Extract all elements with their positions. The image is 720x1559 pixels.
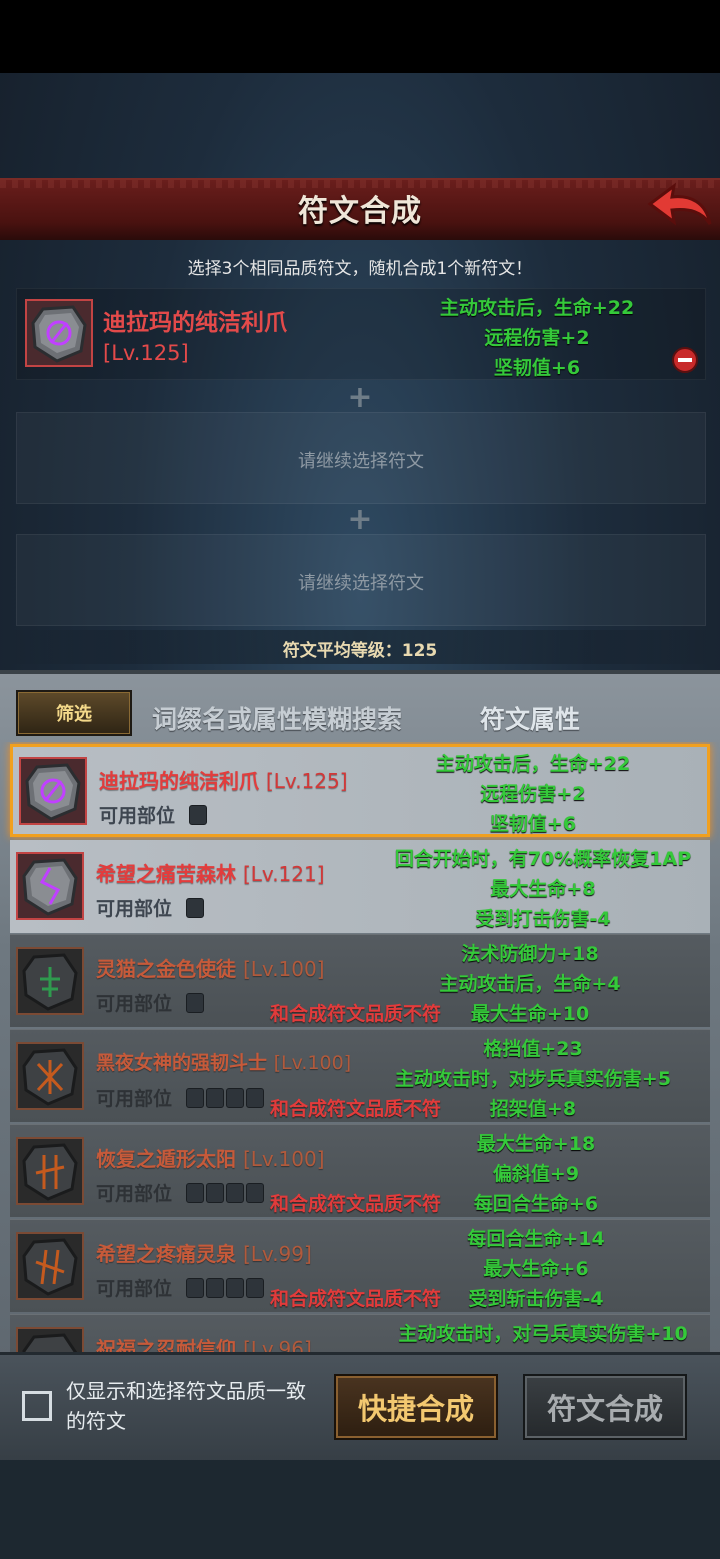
parts-label: 可用部位 — [96, 1278, 173, 1300]
parts-label: 可用部位 — [96, 1183, 173, 1205]
rune-attr: 受到斩击伤害-4 — [468, 1288, 604, 1310]
rune-list-item[interactable]: 灵猫之金色使徒 [Lv.100] 可用部位 和合成符文品质不符 法术防御力+18… — [10, 934, 710, 1027]
part-icon — [226, 1088, 244, 1108]
rune-level: [Lv.100] — [273, 1052, 352, 1074]
part-icon — [186, 1278, 204, 1298]
rune-level: [Lv.100] — [242, 957, 325, 981]
rune-attr: 招架值+8 — [489, 1098, 577, 1120]
part-icon — [246, 1088, 264, 1108]
part-icon — [206, 1278, 224, 1298]
rune-icon — [19, 757, 87, 825]
part-icon — [226, 1278, 244, 1298]
rune-attr: 坚韧值+6 — [489, 813, 577, 835]
slot-attr-1: 主动攻击后，生命+22 — [439, 297, 635, 319]
part-icon — [186, 1183, 204, 1203]
part-icon — [189, 805, 207, 825]
rune-list-item[interactable]: 祝福之忍耐信仰 [Lv.96] 主动攻击时，对弓兵真实伤害+10 — [10, 1314, 710, 1352]
average-level: 符文平均等级：125 — [282, 641, 438, 661]
part-icon — [226, 1183, 244, 1203]
rune-attr: 每回合生命+14 — [467, 1228, 605, 1250]
rune-name: 迪拉玛的纯洁利爪 — [99, 769, 259, 793]
rune-list-item[interactable]: 恢复之遁形太阳 [Lv.100] 可用部位 和合成符文品质不符 最大生命+18 … — [10, 1124, 710, 1217]
rune-list-item[interactable]: 希望之痛苦森林 [Lv.121] 可用部位 回合开始时，有70%概率恢复1AP … — [10, 840, 710, 933]
rune-level: [Lv.125] — [265, 769, 348, 793]
part-icon — [186, 993, 204, 1013]
rune-attr-tab[interactable]: 符文属性 — [480, 700, 580, 736]
slot-attr-3: 坚韧值+6 — [493, 357, 581, 379]
rune-attr: 主动攻击时，对弓兵真实伤害+10 — [398, 1323, 688, 1345]
rune-name: 恢复之遁形太阳 — [96, 1147, 236, 1171]
search-input[interactable]: 词缀名或属性模糊搜索 — [152, 700, 402, 736]
nav-area — [0, 1460, 720, 1559]
synthesis-slot-3[interactable]: 请继续选择符文 — [16, 534, 706, 626]
plus-icon: + — [347, 380, 373, 415]
checkbox-label: 仅显示和选择符文品质一致的符文 — [66, 1379, 306, 1433]
rune-attr: 最大生命+6 — [483, 1258, 589, 1280]
part-icon — [246, 1278, 264, 1298]
rune-attr: 最大生命+10 — [470, 1003, 590, 1025]
rune-attr: 最大生命+18 — [476, 1133, 596, 1155]
back-arrow-icon[interactable] — [646, 180, 712, 234]
rune-attr: 偏斜值+9 — [492, 1163, 580, 1185]
rune-level: [Lv.96] — [242, 1337, 312, 1352]
rune-icon — [16, 1137, 84, 1205]
rune-attr: 主动攻击后，生命+4 — [439, 973, 621, 995]
part-icon — [186, 1088, 204, 1108]
rune-name: 希望之疼痛灵泉 — [96, 1242, 236, 1266]
slot-rune-name: 迪拉玛的纯洁利爪 — [103, 310, 287, 336]
plus-icon: + — [347, 502, 373, 537]
slot-rune-level: [Lv.125] — [103, 341, 189, 365]
rune-icon — [16, 852, 84, 920]
rune-attr: 主动攻击后，生命+22 — [435, 753, 631, 775]
rune-list: 迪拉玛的纯洁利爪 [Lv.125] 可用部位 主动攻击后，生命+22 远程伤害+… — [0, 742, 720, 1352]
rune-attr: 主动攻击时，对步兵真实伤害+5 — [394, 1068, 672, 1090]
filter-button[interactable]: 筛选 — [16, 690, 132, 736]
rune-level: [Lv.99] — [242, 1242, 312, 1266]
rune-attr: 受到打击伤害-4 — [475, 908, 611, 930]
same-quality-checkbox[interactable] — [22, 1391, 52, 1421]
rune-attr: 法术防御力+18 — [461, 943, 599, 965]
remove-rune-button[interactable] — [672, 347, 698, 373]
rune-name: 祝福之忍耐信仰 — [96, 1337, 236, 1352]
parts-label: 可用部位 — [96, 898, 173, 920]
rune-attr: 回合开始时，有70%概率恢复1AP — [394, 848, 692, 870]
parts-label: 可用部位 — [99, 805, 176, 827]
slot-hint: 请继续选择符文 — [298, 573, 424, 594]
rune-name: 黑夜女神的强韧斗士 — [96, 1052, 268, 1074]
rune-name: 灵猫之金色使徒 — [96, 957, 236, 981]
part-icon — [186, 898, 204, 918]
part-icon — [206, 1088, 224, 1108]
rune-attr: 远程伤害+2 — [480, 783, 586, 805]
rune-attr: 格挡值+23 — [483, 1038, 583, 1060]
parts-label: 可用部位 — [96, 1088, 173, 1110]
rune-attr: 每回合生命+6 — [473, 1193, 599, 1215]
quick-synthesis-button[interactable]: 快捷合成 — [334, 1374, 498, 1440]
synthesis-slot-1[interactable]: 迪拉玛的纯洁利爪 [Lv.125] 主动攻击后，生命+22 远程伤害+2 坚韧值… — [16, 288, 706, 380]
rune-icon — [16, 1327, 84, 1352]
rune-name: 希望之痛苦森林 — [96, 862, 236, 886]
synthesis-slot-2[interactable]: 请继续选择符文 — [16, 412, 706, 504]
subtitle: 选择3个相同品质符文，随机合成1个新符文！ — [187, 259, 533, 279]
rune-icon — [16, 947, 84, 1015]
status-bar-area — [0, 0, 720, 73]
rune-list-item[interactable]: 希望之疼痛灵泉 [Lv.99] 可用部位 和合成符文品质不符 每回合生命+14 … — [10, 1219, 710, 1312]
rune-icon — [16, 1042, 84, 1110]
part-icon — [206, 1183, 224, 1203]
slot-hint: 请继续选择符文 — [298, 451, 424, 472]
rune-synthesis-button[interactable]: 符文合成 — [523, 1374, 687, 1440]
rune-attr: 最大生命+8 — [490, 878, 596, 900]
rune-list-item[interactable]: 黑夜女神的强韧斗士 [Lv.100] 可用部位 和合成符文品质不符 格挡值+23… — [10, 1029, 710, 1122]
part-icon — [246, 1183, 264, 1203]
rune-level: [Lv.121] — [242, 862, 325, 886]
rune-level: [Lv.100] — [242, 1147, 325, 1171]
parts-label: 可用部位 — [96, 993, 173, 1015]
rune-icon — [16, 1232, 84, 1300]
rune-icon — [25, 299, 93, 367]
rune-list-item[interactable]: 迪拉玛的纯洁利爪 [Lv.125] 可用部位 主动攻击后，生命+22 远程伤害+… — [10, 744, 710, 837]
page-title: 符文合成 — [298, 194, 422, 229]
slot-attr-2: 远程伤害+2 — [484, 327, 590, 349]
